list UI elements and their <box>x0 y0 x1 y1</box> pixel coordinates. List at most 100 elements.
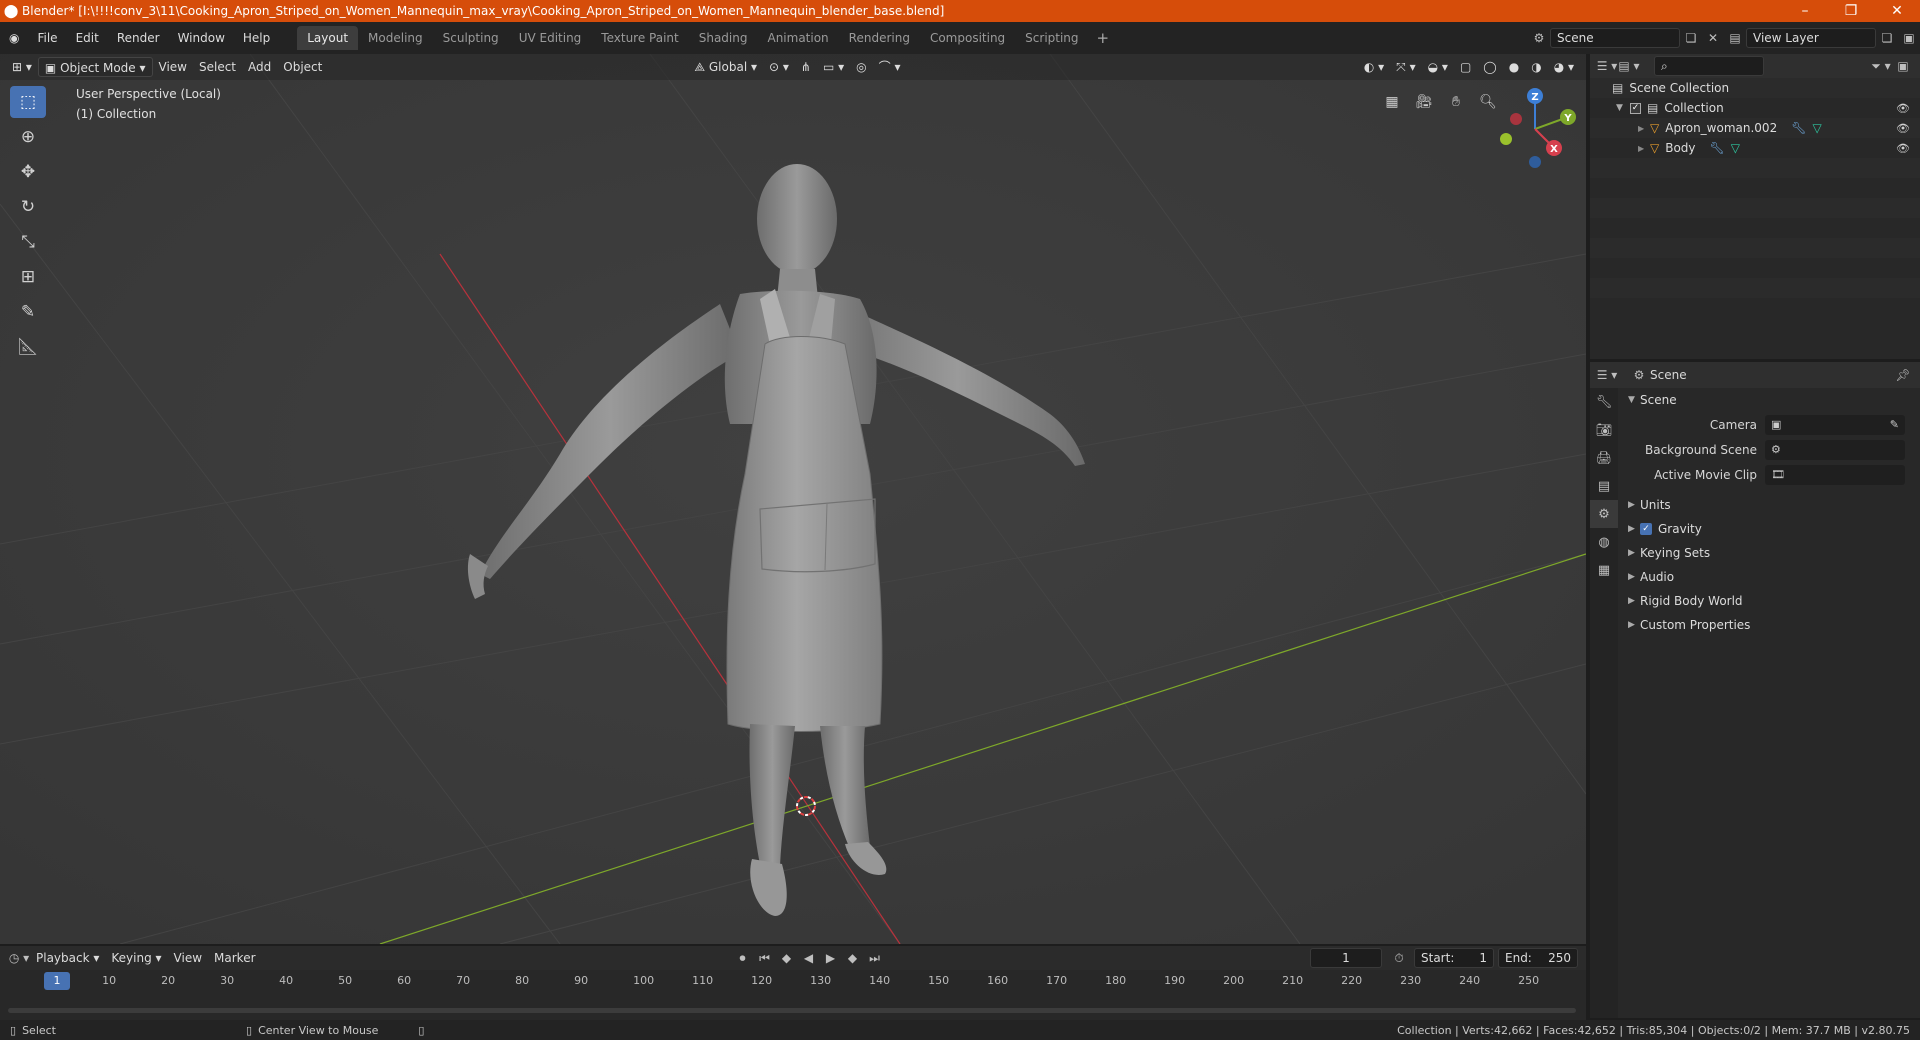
gizmo-neg-x-icon[interactable] <box>1510 113 1522 125</box>
blender-menu-icon[interactable]: ◉ <box>0 22 28 54</box>
scene-section-header[interactable]: ▼ Scene <box>1620 388 1920 412</box>
current-frame-field[interactable]: 1 <box>1310 948 1382 968</box>
proportional-edit-icon[interactable]: ◎ <box>850 57 872 77</box>
audio-section[interactable]: ▶ Audio <box>1620 565 1920 589</box>
keying-sets-section[interactable]: ▶ Keying Sets <box>1620 541 1920 565</box>
new-view-layer-icon[interactable]: ❏ <box>1876 28 1898 48</box>
new-collection-icon[interactable]: ▣ <box>1892 56 1914 76</box>
outliner-editor-icon[interactable]: ☰ ▾ <box>1596 56 1618 76</box>
menu-window[interactable]: Window <box>169 22 234 54</box>
world-tab-icon[interactable]: ◍ <box>1590 528 1618 556</box>
play-icon[interactable]: ▶ <box>820 948 842 968</box>
wireframe-shading-icon[interactable]: ◯ <box>1477 57 1502 77</box>
remove-view-layer-icon[interactable]: ▣ <box>1898 28 1920 48</box>
custom-properties-section[interactable]: ▶ Custom Properties <box>1620 613 1920 637</box>
tab-modeling[interactable]: Modeling <box>358 26 433 50</box>
pin-icon[interactable]: 📌︎ <box>1892 365 1914 385</box>
menu-help[interactable]: Help <box>234 22 279 54</box>
gizmo-neg-y-icon[interactable] <box>1500 133 1512 145</box>
proportional-falloff-icon[interactable]: ⌒ ▾ <box>873 57 907 77</box>
outliner-object-body[interactable]: ▶ ▽ Body 🔧︎ ▽ 👁︎ <box>1590 138 1920 158</box>
transform-icon[interactable]: ⊞ <box>10 261 46 293</box>
scene-tab-icon[interactable]: ⚙ <box>1590 500 1618 528</box>
view-layer-tab-icon[interactable]: ▤ <box>1590 472 1618 500</box>
minimize-button[interactable]: – <box>1782 3 1828 19</box>
timeline-scrollbar[interactable] <box>8 1008 1576 1013</box>
navigation-gizmo[interactable]: Z Y X <box>1490 84 1580 174</box>
menu-add[interactable]: Add <box>242 57 277 77</box>
mesh-data-icon[interactable]: ▽ <box>1731 141 1740 155</box>
visibility-icon[interactable]: ◐ ▾ <box>1358 57 1390 77</box>
prev-keyframe-icon[interactable]: ◆ <box>776 948 798 968</box>
view-layer-field[interactable]: View Layer <box>1746 28 1876 48</box>
gravity-checkbox[interactable]: ✓ <box>1640 523 1652 535</box>
pivot-point-icon[interactable]: ⊙ ▾ <box>763 57 795 77</box>
perspective-toggle-icon[interactable]: ▦ <box>1380 90 1404 114</box>
menu-playback[interactable]: Playback ▾ <box>30 948 105 968</box>
camera-view-icon[interactable]: 🎥︎ <box>1412 90 1436 114</box>
scene-field[interactable]: Scene <box>1550 28 1680 48</box>
texture-tab-icon[interactable]: ▦ <box>1590 556 1618 584</box>
menu-file[interactable]: File <box>28 22 66 54</box>
units-section[interactable]: ▶ Units <box>1620 493 1920 517</box>
snap-target-icon[interactable]: ▭ ▾ <box>817 57 850 77</box>
camera-field[interactable]: ▣ ✎ <box>1765 414 1905 435</box>
tab-animation[interactable]: Animation <box>757 26 838 50</box>
play-reverse-icon[interactable]: ◀ <box>798 948 820 968</box>
rendered-shading-icon[interactable]: ◕ ▾ <box>1548 57 1580 77</box>
render-tab-icon[interactable]: 📷︎ <box>1590 416 1618 444</box>
new-scene-icon[interactable]: ❏ <box>1680 28 1702 48</box>
transform-orientation-dropdown[interactable]: ⟁ Global ▾ <box>688 57 763 77</box>
xray-icon[interactable]: ▢ <box>1454 57 1477 77</box>
select-box-icon[interactable]: ⬚ <box>10 86 46 118</box>
properties-editor-icon[interactable]: ☰ ▾ <box>1596 365 1618 385</box>
menu-marker[interactable]: Marker <box>208 948 261 968</box>
expand-arrow-icon[interactable]: ▶ <box>1638 144 1650 153</box>
end-frame-field[interactable]: End: 250 <box>1498 948 1578 968</box>
cursor-tool-icon[interactable]: ⊕ <box>10 121 46 153</box>
annotate-icon[interactable]: ✎ <box>10 296 46 328</box>
3d-viewport[interactable]: ⊞ ▾ ▣ Object Mode ▾ View Select Add Obje… <box>0 54 1586 944</box>
outliner-scene-collection[interactable]: ▤ Scene Collection <box>1590 78 1920 98</box>
menu-keying[interactable]: Keying ▾ <box>105 948 167 968</box>
outliner-search-input[interactable]: ⌕ <box>1654 56 1764 76</box>
gizmo-toggle-icon[interactable]: ⤧ ▾ <box>1390 57 1421 77</box>
tab-sculpting[interactable]: Sculpting <box>433 26 509 50</box>
solid-shading-icon[interactable]: ● <box>1503 57 1525 77</box>
rotate-icon[interactable]: ↻ <box>10 191 46 223</box>
gravity-section[interactable]: ▶ ✓ Gravity <box>1620 517 1920 541</box>
tab-uv-editing[interactable]: UV Editing <box>509 26 592 50</box>
timeline-ruler[interactable]: 1 10 20 30 40 50 60 70 80 90 100 110 120 130 140 150 16… <box>0 972 1586 992</box>
tool-tab-icon[interactable]: 🔧︎ <box>1590 388 1618 416</box>
overlay-toggle-icon[interactable]: ◒ ▾ <box>1422 57 1454 77</box>
eye-icon[interactable]: 👁︎ <box>1896 142 1910 155</box>
menu-render[interactable]: Render <box>108 22 169 54</box>
editor-type-icon[interactable]: ⊞ ▾ <box>6 57 38 77</box>
mode-dropdown[interactable]: ▣ Object Mode ▾ <box>37 57 153 77</box>
eye-icon[interactable]: 👁︎ <box>1896 122 1910 135</box>
mesh-data-icon[interactable]: ▽ <box>1812 121 1821 135</box>
next-keyframe-icon[interactable]: ◆ <box>842 948 864 968</box>
jump-end-icon[interactable]: ⏭ <box>864 948 886 968</box>
stopwatch-icon[interactable]: ⏱ <box>1388 948 1410 968</box>
menu-object[interactable]: Object <box>277 57 328 77</box>
move-icon[interactable]: ✥ <box>10 156 46 188</box>
background-scene-field[interactable]: ⚙ <box>1765 439 1905 460</box>
output-tab-icon[interactable]: 🖨︎ <box>1590 444 1618 472</box>
collection-checkbox[interactable]: ✓ <box>1630 102 1641 114</box>
tab-scripting[interactable]: Scripting <box>1015 26 1088 50</box>
start-frame-field[interactable]: Start: 1 <box>1414 948 1494 968</box>
rigid-body-world-section[interactable]: ▶ Rigid Body World <box>1620 589 1920 613</box>
current-frame-marker[interactable]: 1 <box>44 972 70 990</box>
material-shading-icon[interactable]: ◑ <box>1525 57 1547 77</box>
pan-hand-icon[interactable]: ✋︎ <box>1444 90 1468 114</box>
jump-start-icon[interactable]: ⏮ <box>754 948 776 968</box>
scale-icon[interactable]: ⤡ <box>10 226 46 258</box>
measure-icon[interactable]: 📐︎ <box>10 331 46 363</box>
tab-compositing[interactable]: Compositing <box>920 26 1015 50</box>
add-workspace-icon[interactable]: + <box>1089 29 1118 47</box>
eyedropper-icon[interactable]: ✎ <box>1890 418 1905 431</box>
filter-icon[interactable]: ⏷ ▾ <box>1870 56 1892 76</box>
close-button[interactable]: ✕ <box>1874 3 1920 19</box>
scene-type-icon[interactable]: ⚙ <box>1528 28 1550 48</box>
